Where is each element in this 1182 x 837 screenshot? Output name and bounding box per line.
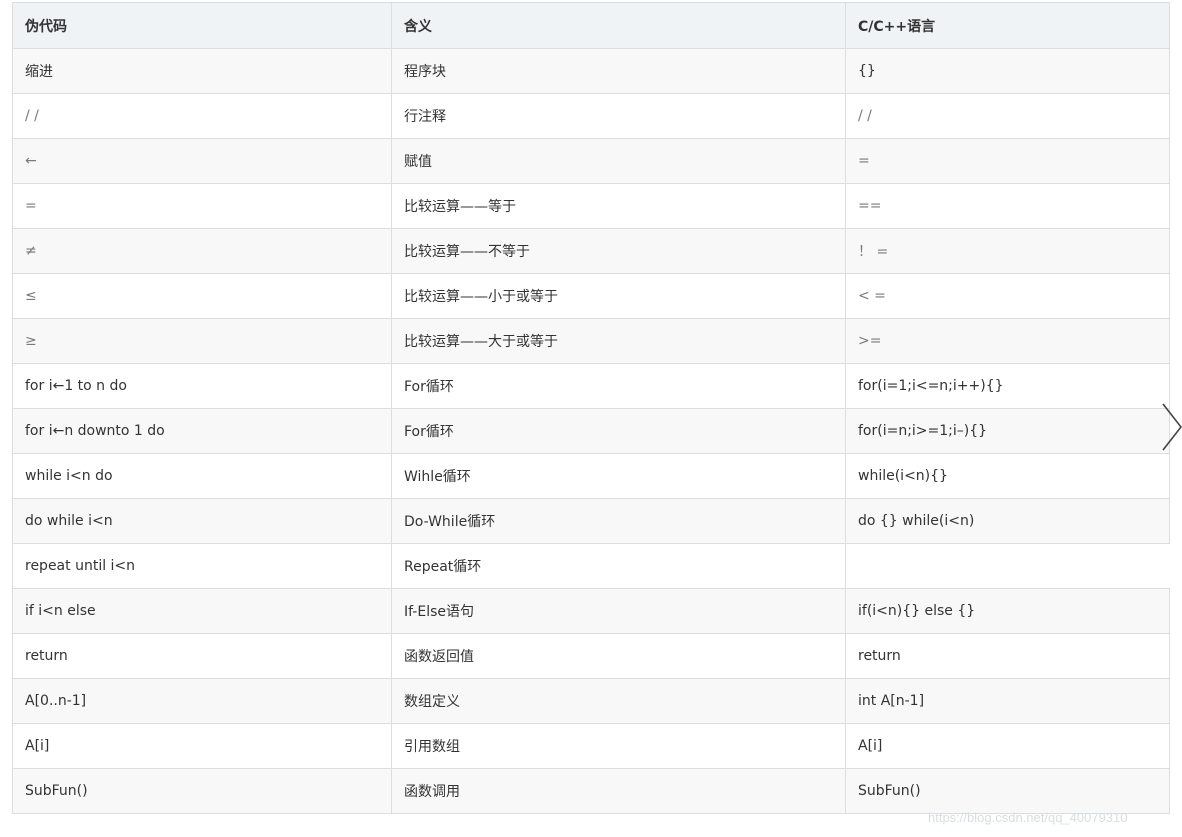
cell-meaning: For循环 — [391, 363, 846, 409]
cell-meaning: Do-While循环 — [391, 498, 846, 544]
table-row: 缩进 程序块 {} — [12, 48, 1170, 94]
table-row: while i<n do Wihle循环 while(i<n){} — [12, 453, 1170, 499]
next-arrow-button[interactable] — [1160, 402, 1182, 452]
cell-pseudocode: A[0..n-1] — [12, 678, 392, 724]
table-row: A[0..n-1] 数组定义 int A[n-1] — [12, 678, 1170, 724]
table-row: ≠ 比较运算——不等于 ！ = — [12, 228, 1170, 274]
cell-meaning: 比较运算——不等于 — [391, 228, 846, 274]
table-row: / / 行注释 / / — [12, 93, 1170, 139]
cell-c-cpp — [845, 543, 1170, 589]
cell-pseudocode: ≥ — [12, 318, 392, 364]
cell-c-cpp: int A[n-1] — [845, 678, 1170, 724]
chevron-right-icon — [1162, 403, 1182, 451]
header-meaning: 含义 — [391, 2, 846, 49]
cell-meaning: 比较运算——小于或等于 — [391, 273, 846, 319]
cell-pseudocode: SubFun() — [12, 768, 392, 814]
cell-c-cpp: if(i<n){} else {} — [845, 588, 1170, 634]
cell-pseudocode: = — [12, 183, 392, 229]
cell-pseudocode: 缩进 — [12, 48, 392, 94]
cell-pseudocode: if i<n else — [12, 588, 392, 634]
cell-meaning: Repeat循环 — [391, 543, 846, 589]
cell-meaning: 函数调用 — [391, 768, 846, 814]
table-header-row: 伪代码 含义 C/C++语言 — [12, 2, 1170, 49]
cell-meaning: 比较运算——大于或等于 — [391, 318, 846, 364]
table-row: for i←n downto 1 do For循环 for(i=n;i>=1;i… — [12, 408, 1170, 454]
cell-c-cpp: for(i=n;i>=1;i–){} — [845, 408, 1170, 454]
cell-c-cpp: A[i] — [845, 723, 1170, 769]
cell-pseudocode: ≤ — [12, 273, 392, 319]
cell-c-cpp: >= — [845, 318, 1170, 364]
cell-meaning: 数组定义 — [391, 678, 846, 724]
cell-meaning: Wihle循环 — [391, 453, 846, 499]
table-body: 缩进 程序块 {} / / 行注释 / / ← 赋值 = = 比较运算——等于 … — [12, 48, 1170, 814]
cell-c-cpp: SubFun() — [845, 768, 1170, 814]
cell-c-cpp: return — [845, 633, 1170, 679]
table-row: do while i<n Do-While循环 do {} while(i<n) — [12, 498, 1170, 544]
table-row: ← 赋值 = — [12, 138, 1170, 184]
pseudocode-table: 伪代码 含义 C/C++语言 缩进 程序块 {} / / 行注释 / / ← 赋… — [12, 2, 1170, 814]
cell-pseudocode: do while i<n — [12, 498, 392, 544]
cell-c-cpp: {} — [845, 48, 1170, 94]
table-header: 伪代码 含义 C/C++语言 — [12, 2, 1170, 49]
cell-c-cpp: while(i<n){} — [845, 453, 1170, 499]
cell-pseudocode: / / — [12, 93, 392, 139]
cell-c-cpp: < = — [845, 273, 1170, 319]
cell-c-cpp: = — [845, 138, 1170, 184]
cell-meaning: 程序块 — [391, 48, 846, 94]
cell-pseudocode: A[i] — [12, 723, 392, 769]
table-row: = 比较运算——等于 == — [12, 183, 1170, 229]
table-row: return 函数返回值 return — [12, 633, 1170, 679]
header-c-cpp: C/C++语言 — [845, 2, 1170, 49]
cell-meaning: If-Else语句 — [391, 588, 846, 634]
cell-pseudocode: return — [12, 633, 392, 679]
cell-c-cpp: do {} while(i<n) — [845, 498, 1170, 544]
table-row: SubFun() 函数调用 SubFun() — [12, 768, 1170, 814]
cell-pseudocode: ← — [12, 138, 392, 184]
cell-pseudocode: repeat until i<n — [12, 543, 392, 589]
table-row: for i←1 to n do For循环 for(i=1;i<=n;i++){… — [12, 363, 1170, 409]
cell-meaning: For循环 — [391, 408, 846, 454]
cell-c-cpp: for(i=1;i<=n;i++){} — [845, 363, 1170, 409]
cell-pseudocode: ≠ — [12, 228, 392, 274]
cell-meaning: 引用数组 — [391, 723, 846, 769]
cell-meaning: 比较运算——等于 — [391, 183, 846, 229]
watermark: https://blog.csdn.net/qq_40079310 — [928, 810, 1128, 825]
table-row: ≥ 比较运算——大于或等于 >= — [12, 318, 1170, 364]
table-row: ≤ 比较运算——小于或等于 < = — [12, 273, 1170, 319]
page: 伪代码 含义 C/C++语言 缩进 程序块 {} / / 行注释 / / ← 赋… — [0, 0, 1182, 837]
cell-c-cpp: / / — [845, 93, 1170, 139]
cell-pseudocode: for i←1 to n do — [12, 363, 392, 409]
cell-c-cpp: == — [845, 183, 1170, 229]
cell-meaning: 函数返回值 — [391, 633, 846, 679]
cell-meaning: 赋值 — [391, 138, 846, 184]
cell-pseudocode: for i←n downto 1 do — [12, 408, 392, 454]
table-row: A[i] 引用数组 A[i] — [12, 723, 1170, 769]
cell-meaning: 行注释 — [391, 93, 846, 139]
table-row: if i<n else If-Else语句 if(i<n){} else {} — [12, 588, 1170, 634]
cell-c-cpp: ！ = — [845, 228, 1170, 274]
header-pseudocode: 伪代码 — [12, 2, 392, 49]
cell-pseudocode: while i<n do — [12, 453, 392, 499]
table-row: repeat until i<n Repeat循环 — [12, 543, 1170, 589]
